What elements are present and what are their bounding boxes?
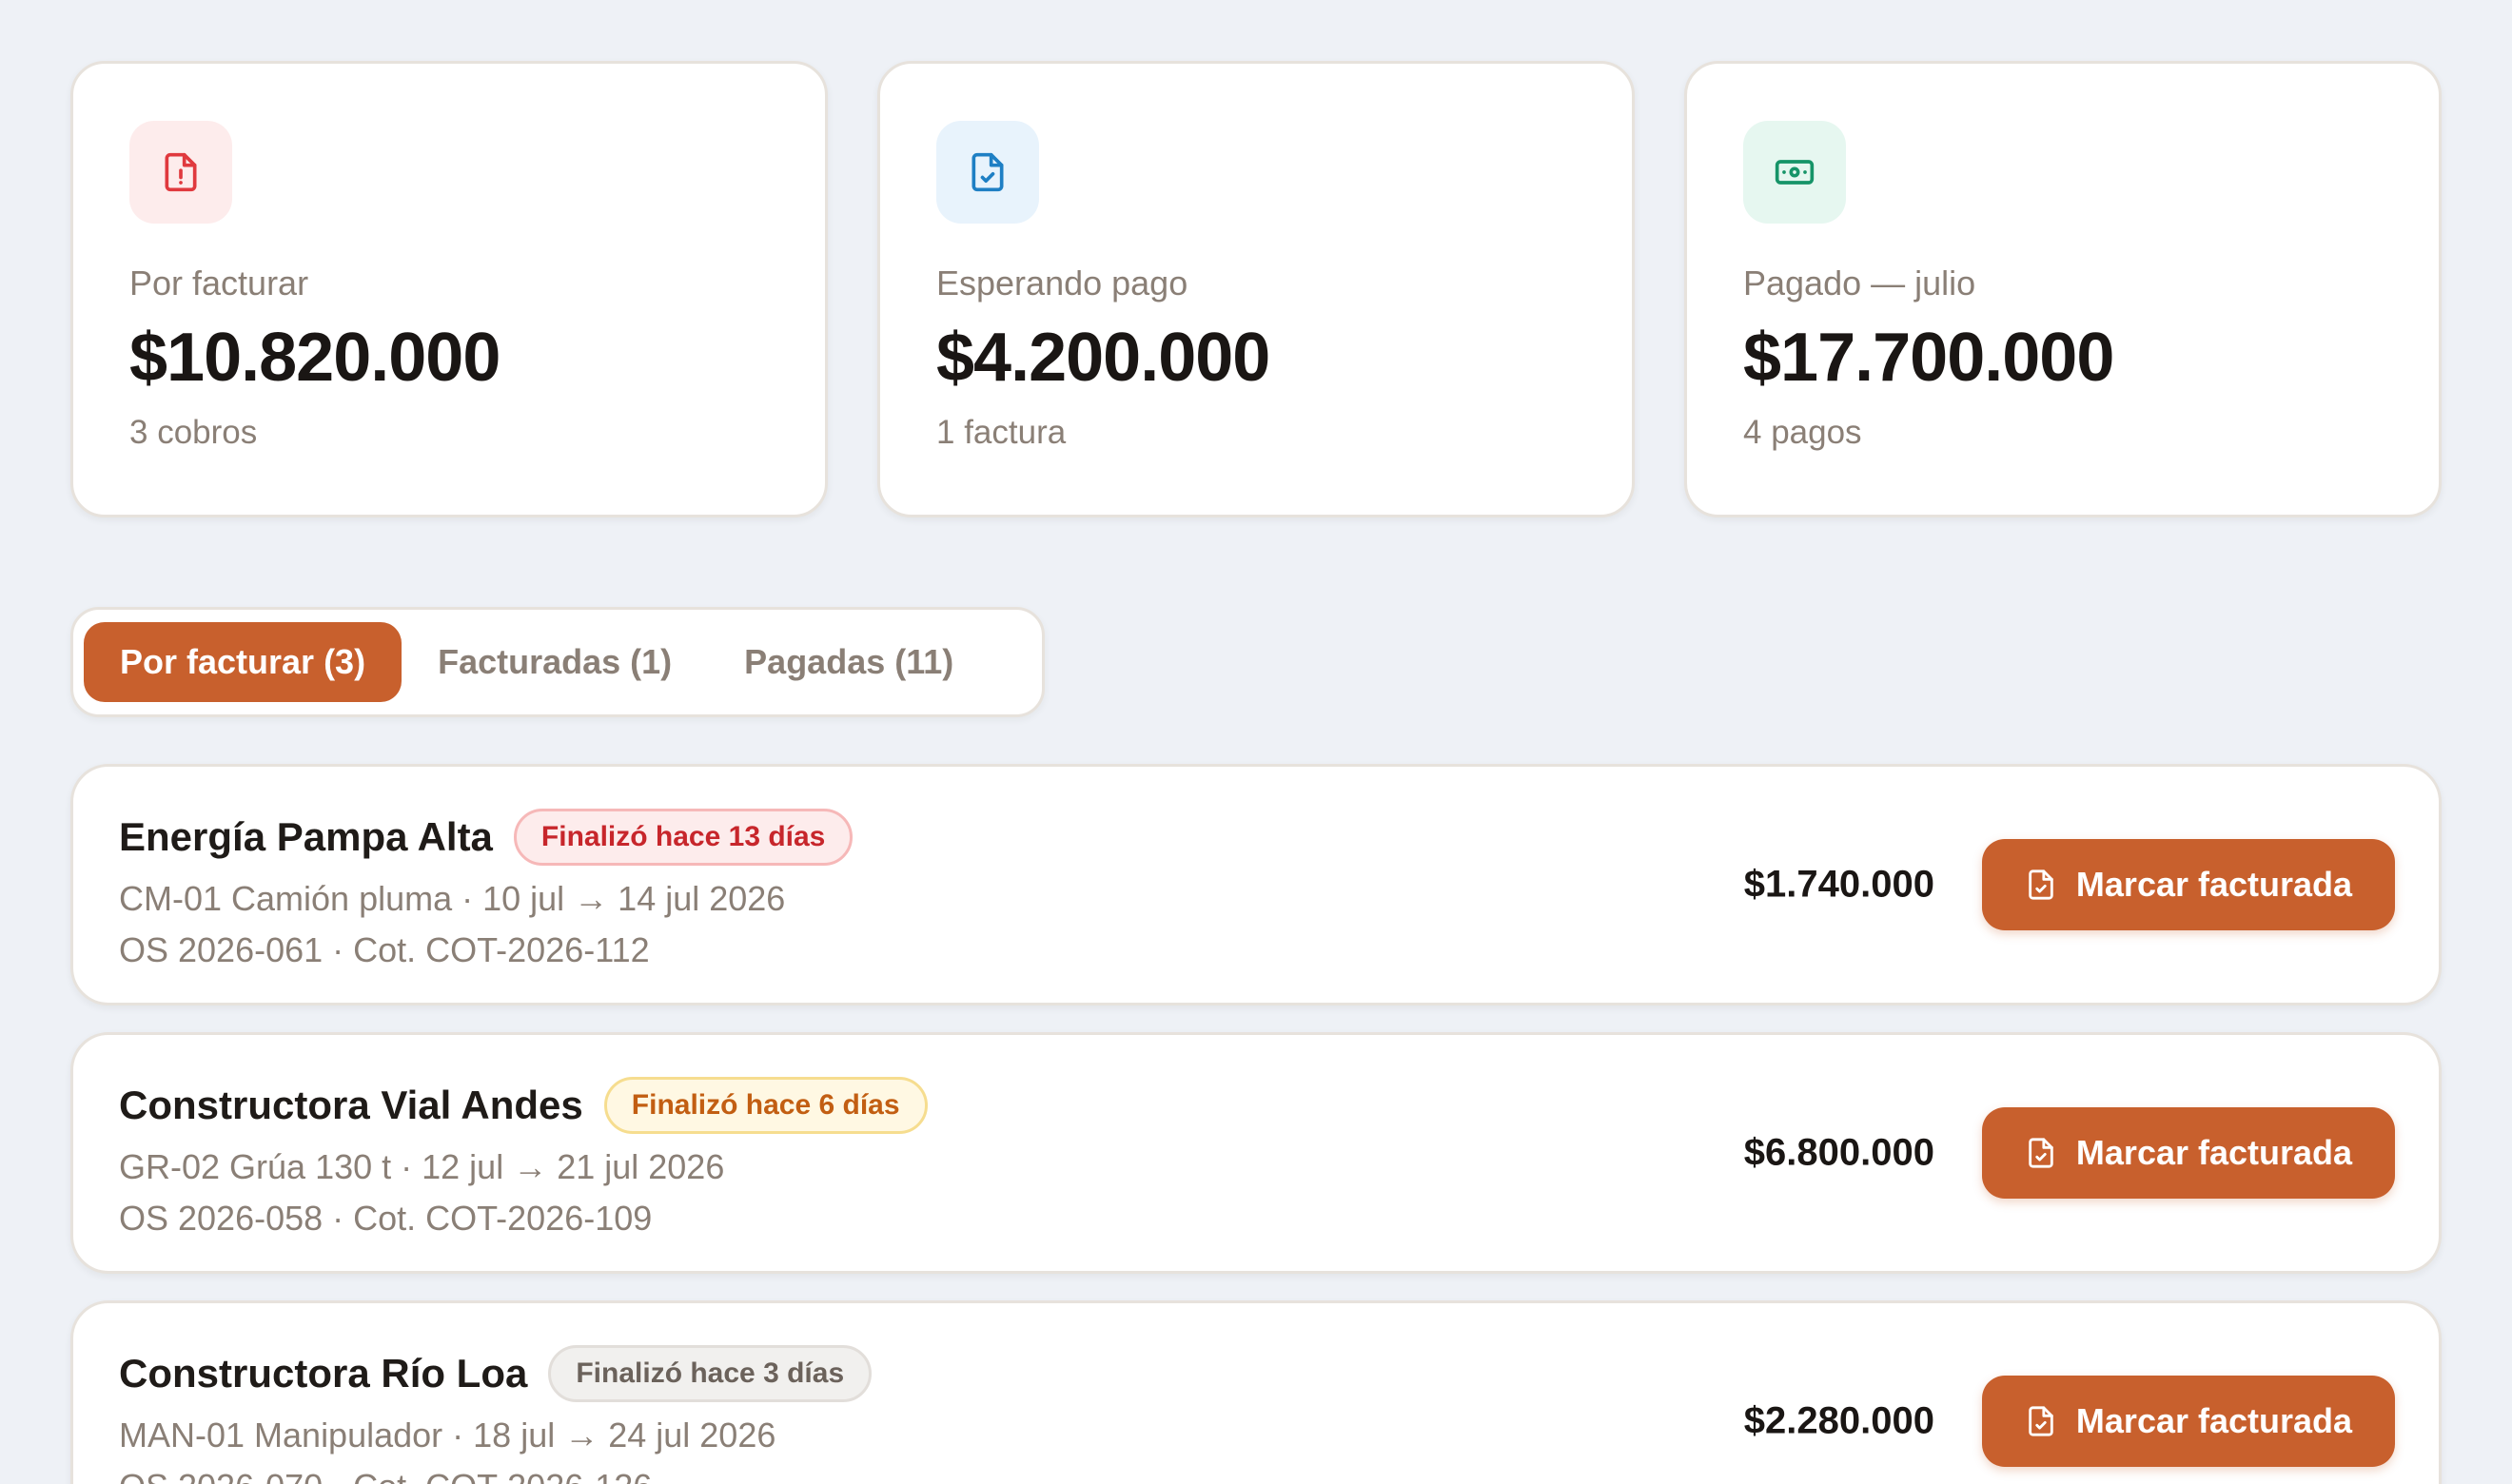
tab-facturadas[interactable]: Facturadas (1) — [402, 622, 708, 702]
client-name: Constructora Vial Andes — [119, 1083, 583, 1127]
tab-pagadas[interactable]: Pagadas (11) — [708, 622, 990, 702]
status-tabs: Por facturar (3) Facturadas (1) Pagadas … — [70, 607, 1045, 717]
row-title-line: Constructora Río Loa Finalizó hace 3 día… — [119, 1345, 873, 1402]
stat-value: $17.700.000 — [1743, 320, 2114, 396]
stat-label: Esperando pago — [936, 264, 1188, 303]
stat-icon-box — [936, 121, 1039, 224]
stat-icon-box — [129, 121, 232, 224]
summary-card-esperando-pago: Esperando pago $4.200.000 1 factura — [877, 61, 1635, 517]
mark-invoiced-label: Marcar facturada — [2075, 1401, 2353, 1440]
client-name: Energía Pampa Alta — [119, 814, 493, 859]
file-check-icon — [2029, 869, 2053, 900]
equipment-dates: CM-01 Camión pluma · 10 jul → 14 jul 202… — [119, 879, 786, 918]
file-check-icon — [971, 152, 1004, 192]
billing-row: Constructora Río Loa Finalizó hace 3 día… — [70, 1300, 2442, 1484]
summary-card-pagado: Pagado — julio $17.700.000 4 pagos — [1684, 61, 2442, 517]
stat-subtext: 3 cobros — [129, 414, 258, 451]
status-badge: Finalizó hace 13 días — [513, 809, 854, 866]
client-name: Constructora Río Loa — [119, 1351, 528, 1396]
stat-value: $4.200.000 — [936, 320, 1270, 396]
banknote-icon — [1775, 160, 1815, 185]
billing-row: Constructora Vial Andes Finalizó hace 6 … — [70, 1032, 2442, 1274]
summary-card-por-facturar: Por facturar $10.820.000 3 cobros — [70, 61, 828, 517]
mark-invoiced-button[interactable]: Marcar facturada — [1982, 1107, 2395, 1199]
tab-por-facturar[interactable]: Por facturar (3) — [84, 622, 402, 702]
status-badge: Finalizó hace 6 días — [603, 1077, 928, 1134]
mark-invoiced-button[interactable]: Marcar facturada — [1982, 1376, 2395, 1467]
stat-icon-box — [1743, 121, 1846, 224]
file-alert-icon — [165, 152, 197, 192]
mark-invoiced-label: Marcar facturada — [2075, 865, 2353, 904]
file-check-icon — [2029, 1138, 2053, 1168]
row-title-line: Constructora Vial Andes Finalizó hace 6 … — [119, 1077, 928, 1134]
billing-row: Energía Pampa Alta Finalizó hace 13 días… — [70, 764, 2442, 1006]
stat-label: Pagado — julio — [1743, 264, 1976, 303]
stat-value: $10.820.000 — [129, 320, 500, 396]
stat-subtext: 1 factura — [936, 414, 1067, 451]
mark-invoiced-button[interactable]: Marcar facturada — [1982, 839, 2395, 930]
order-quote-refs: OS 2026-070 · Cot. COT-2026-126 — [119, 1467, 872, 1484]
equipment-dates: MAN-01 Manipulador · 18 jul → 24 jul 202… — [119, 1416, 776, 1455]
stat-label: Por facturar — [129, 264, 309, 303]
mark-invoiced-label: Marcar facturada — [2075, 1133, 2353, 1172]
order-quote-refs: OS 2026-061 · Cot. COT-2026-112 — [119, 930, 650, 969]
summary-cards: Por facturar $10.820.000 3 cobros Espera… — [70, 61, 2442, 517]
row-details: Energía Pampa Alta Finalizó hace 13 días… — [119, 809, 854, 970]
row-details: Constructora Río Loa Finalizó hace 3 día… — [119, 1345, 873, 1484]
status-badge: Finalizó hace 3 días — [548, 1345, 873, 1402]
row-amount: $6.800.000 — [1743, 1131, 1934, 1174]
equipment-dates: GR-02 Grúa 130 t · 12 jul → 21 jul 2026 — [119, 1147, 725, 1186]
row-title-line: Energía Pampa Alta Finalizó hace 13 días — [119, 809, 854, 866]
row-amount: $1.740.000 — [1743, 863, 1934, 906]
stat-subtext: 4 pagos — [1743, 414, 1862, 451]
order-quote-refs: OS 2026-058 · Cot. COT-2026-109 — [119, 1199, 653, 1238]
file-check-icon — [2029, 1406, 2053, 1436]
row-details: Constructora Vial Andes Finalizó hace 6 … — [119, 1077, 928, 1239]
row-amount: $2.280.000 — [1743, 1399, 1934, 1442]
